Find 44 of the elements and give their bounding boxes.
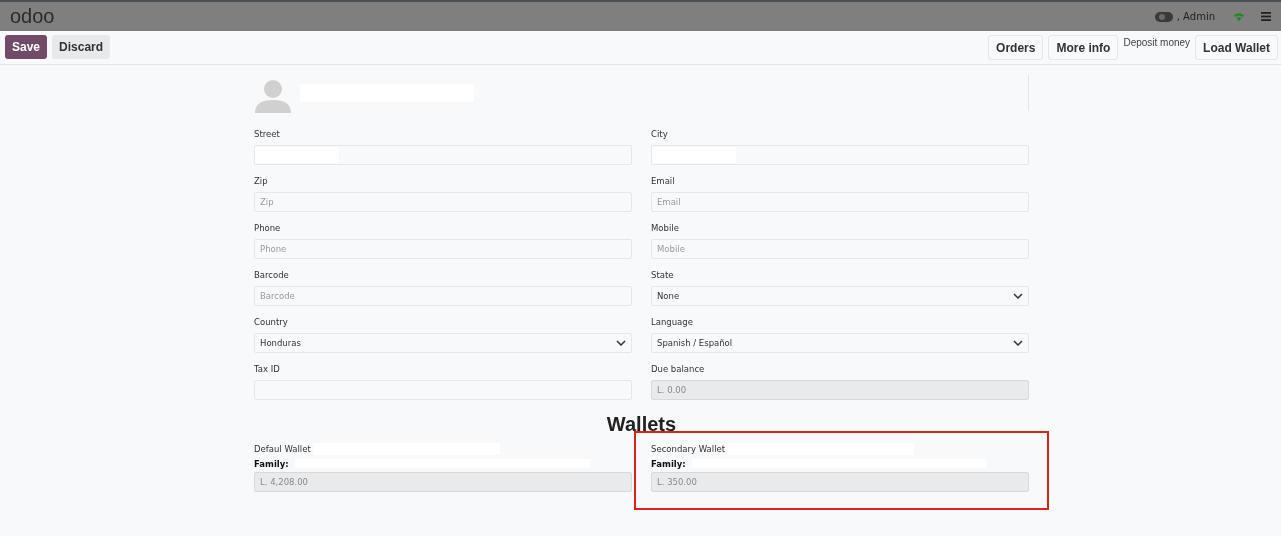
toolbar-button[interactable]: More info [1048, 35, 1119, 60]
menu-icon [1261, 12, 1271, 21]
field-label: City [651, 128, 669, 141]
toolbar-label: Deposit money [1123, 37, 1191, 48]
section-heading: Wallets [605, 413, 678, 436]
input-field[interactable]: Mobile [651, 239, 1029, 259]
select-field[interactable]: Honduras [254, 333, 632, 353]
input-field[interactable]: Email [651, 192, 1029, 212]
avatar-placeholder-icon [254, 79, 292, 113]
select-field[interactable]: None [651, 286, 1029, 306]
field-label: Language [651, 316, 694, 329]
input-field[interactable]: Barcode [254, 286, 632, 306]
save-button[interactable]: Save [5, 35, 48, 59]
toolbar-button[interactable]: Load Wallet [1195, 35, 1278, 60]
user-name[interactable]: , Admin [1176, 11, 1215, 22]
family-label: Family: [254, 458, 289, 469]
input-field: L. 0.00 [651, 380, 1029, 400]
input-field[interactable] [254, 145, 632, 165]
field-label: Barcode [254, 269, 290, 282]
chevron-down-icon [1013, 293, 1023, 299]
app-logo[interactable]: odoo [10, 5, 55, 28]
input-field[interactable]: Phone [254, 239, 632, 259]
input-field[interactable]: Zip [254, 192, 632, 212]
field-label: Email [651, 175, 676, 188]
chevron-down-icon [616, 340, 626, 346]
family-label: Family: [651, 458, 686, 469]
field-label: Due balance [651, 363, 706, 376]
balance-field: L. 4,208.00 [254, 472, 632, 492]
balance-field: L. 350.00 [651, 472, 1029, 492]
wallet-name: Defaul Wallet [254, 443, 311, 454]
toolbar-button[interactable]: Orders [988, 35, 1044, 60]
wifi-icon [1233, 12, 1245, 21]
field-label: Mobile [651, 222, 680, 235]
input-field[interactable] [651, 145, 1029, 165]
wallet-name: Secondary Wallet [651, 443, 726, 454]
field-label: Street [254, 128, 281, 141]
select-field[interactable]: Spanish / Español [651, 333, 1029, 353]
field-label: Phone [254, 222, 282, 235]
chevron-down-icon [1013, 340, 1023, 346]
field-label: Tax ID [254, 363, 281, 376]
discard-button[interactable]: Discard [52, 35, 111, 59]
field-label: Country [254, 316, 289, 329]
field-label: Zip [254, 175, 269, 188]
field-label: State [651, 269, 675, 282]
